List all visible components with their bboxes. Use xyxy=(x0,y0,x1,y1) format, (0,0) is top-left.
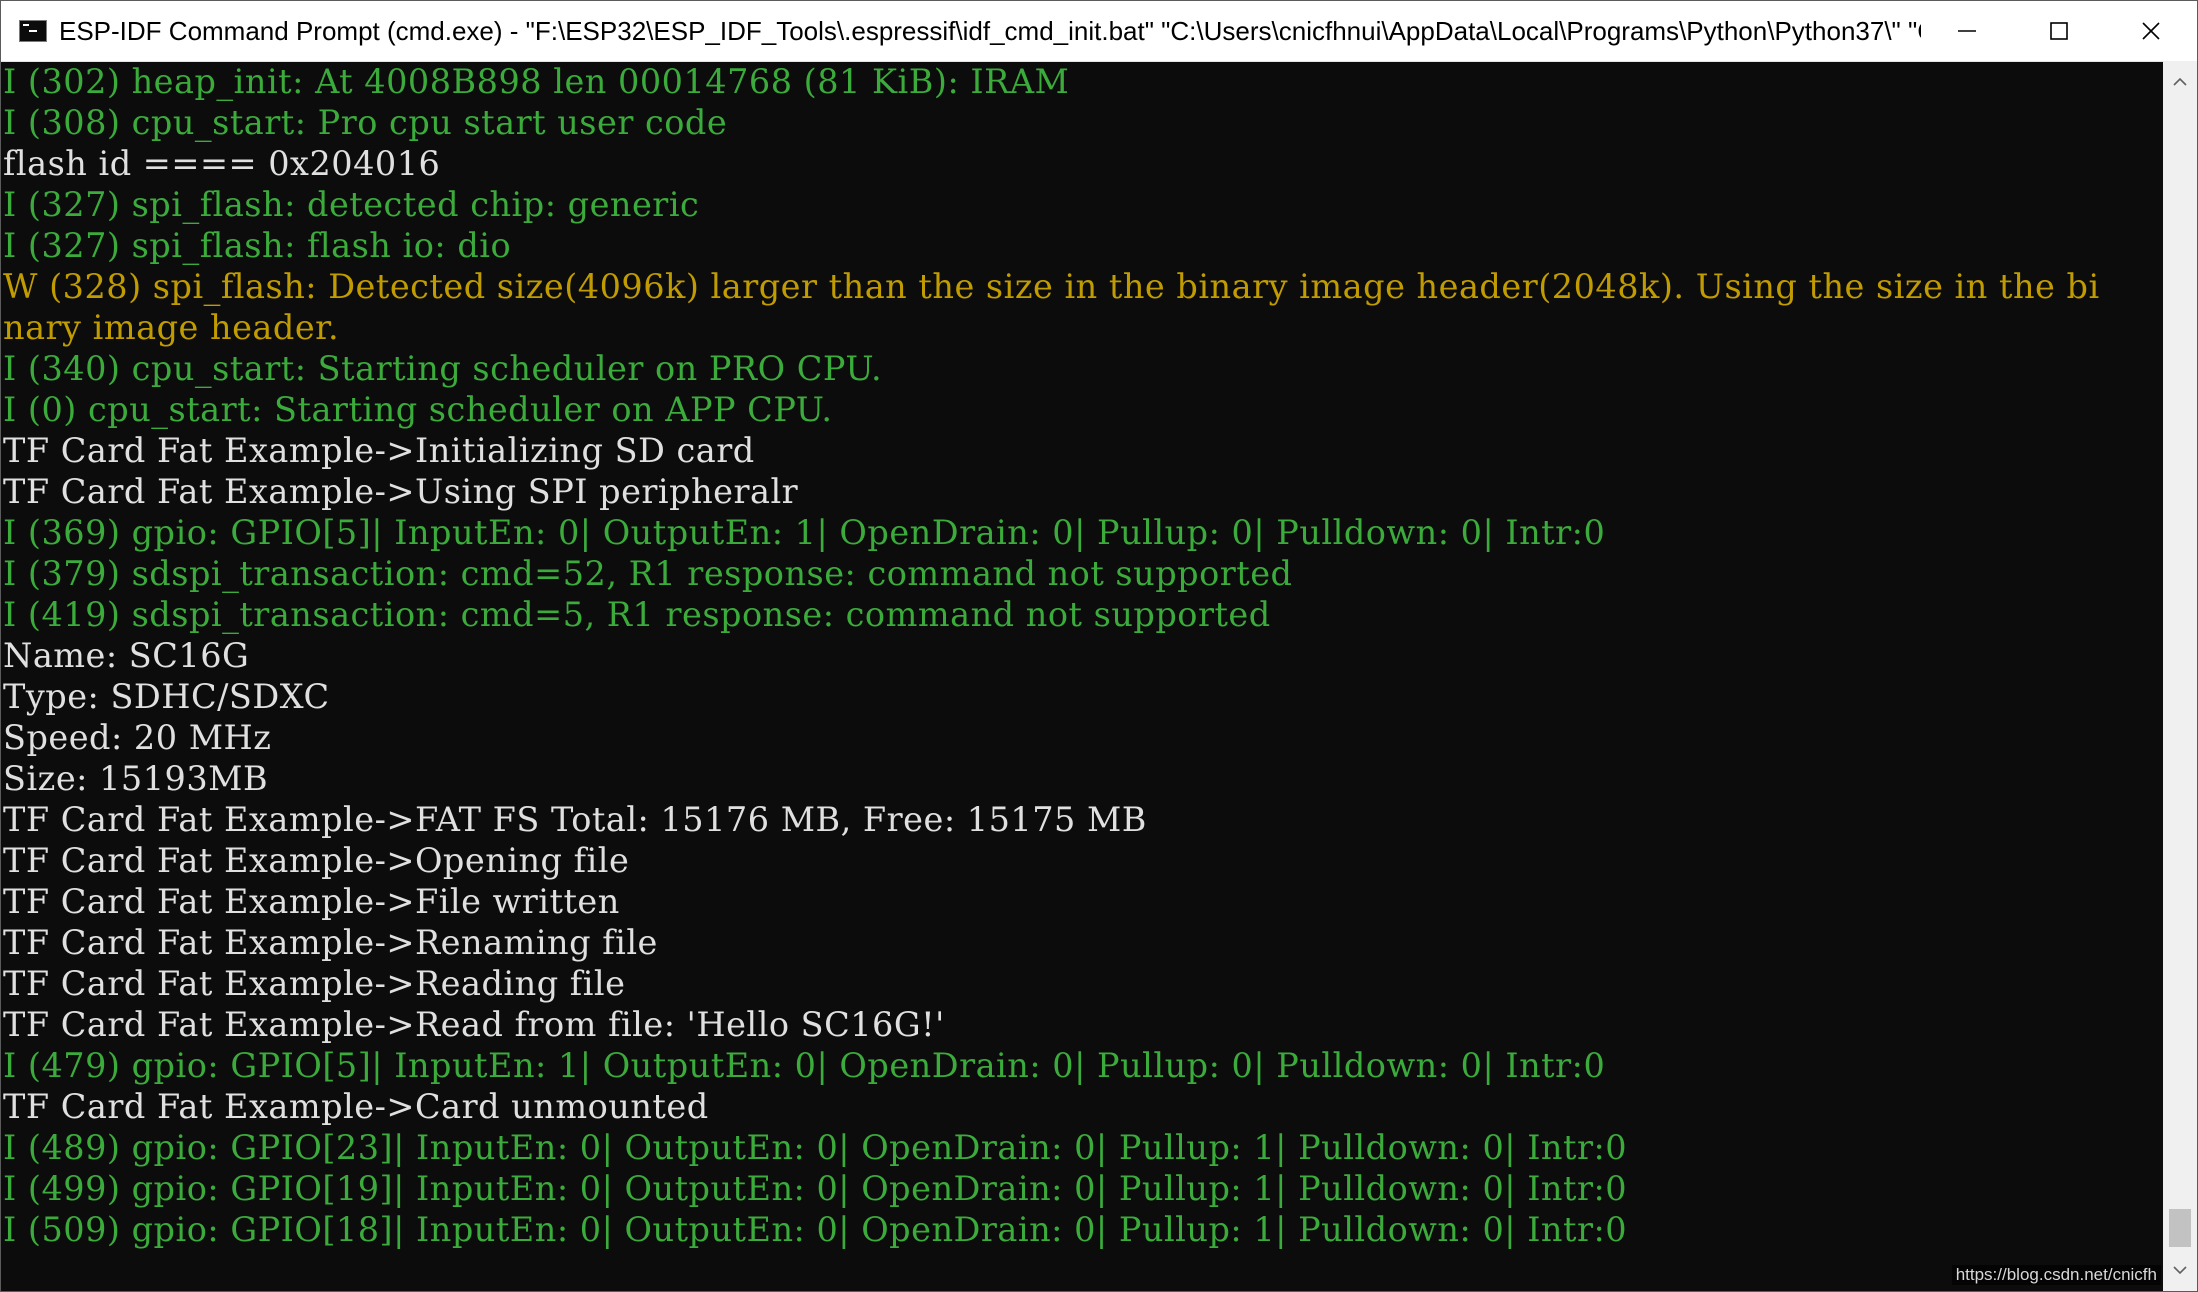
console-line: I (419) sdspi_transaction: cmd=5, R1 res… xyxy=(3,595,1271,634)
title-bar[interactable]: ESP-IDF Command Prompt (cmd.exe) - "F:\E… xyxy=(1,1,2197,62)
console-line: TF Card Fat Example->Using SPI periphera… xyxy=(3,472,799,511)
close-button[interactable] xyxy=(2105,1,2197,61)
console-line: I (479) gpio: GPIO[5]| InputEn: 1| Outpu… xyxy=(3,1046,1606,1085)
chevron-up-icon xyxy=(2173,77,2187,86)
scrollbar-thumb[interactable] xyxy=(2169,1209,2191,1247)
console-line: TF Card Fat Example->Renaming file xyxy=(3,923,658,962)
minimize-icon xyxy=(1958,30,1976,32)
console-line: nary image header. xyxy=(3,308,340,347)
terminal-window: ESP-IDF Command Prompt (cmd.exe) - "F:\E… xyxy=(0,0,2198,1292)
console-line: TF Card Fat Example->Reading file xyxy=(3,964,626,1003)
console-line: TF Card Fat Example->File written xyxy=(3,882,620,921)
console-line: I (308) cpu_start: Pro cpu start user co… xyxy=(3,103,728,142)
scroll-down-button[interactable] xyxy=(2163,1253,2197,1287)
console-line: Size: 15193MB xyxy=(3,759,269,798)
console-line: TF Card Fat Example->Read from file: 'He… xyxy=(3,1005,945,1044)
console-output[interactable]: I (302) heap_init: At 4008B898 len 00014… xyxy=(3,61,2161,1291)
console-line: Speed: 20 MHz xyxy=(3,718,272,757)
close-icon xyxy=(2142,22,2160,40)
console-line: I (302) heap_init: At 4008B898 len 00014… xyxy=(3,62,1070,101)
console-line: Name: SC16G xyxy=(3,636,250,675)
console-line: I (327) spi_flash: flash io: dio xyxy=(3,226,512,265)
console-line: I (340) cpu_start: Starting scheduler on… xyxy=(3,349,883,388)
console-line: I (379) sdspi_transaction: cmd=52, R1 re… xyxy=(3,554,1293,593)
command-prompt-icon xyxy=(19,20,47,42)
console-line: I (369) gpio: GPIO[5]| InputEn: 0| Outpu… xyxy=(3,513,1606,552)
vertical-scrollbar[interactable] xyxy=(2163,61,2197,1291)
console-line: I (0) cpu_start: Starting scheduler on A… xyxy=(3,390,833,429)
maximize-button[interactable] xyxy=(2013,1,2105,61)
console-line: I (327) spi_flash: detected chip: generi… xyxy=(3,185,700,224)
console-line: TF Card Fat Example->Card unmounted xyxy=(3,1087,709,1126)
window-controls xyxy=(1921,1,2197,61)
watermark: https://blog.csdn.net/cnicfh xyxy=(1951,1265,2161,1285)
scroll-up-button[interactable] xyxy=(2163,65,2197,99)
chevron-down-icon xyxy=(2173,1266,2187,1275)
console-line: flash id ==== 0x204016 xyxy=(3,144,441,183)
maximize-icon xyxy=(2050,22,2068,40)
console-line: W (328) spi_flash: Detected size(4096k) … xyxy=(3,267,2100,306)
console-line: I (489) gpio: GPIO[23]| InputEn: 0| Outp… xyxy=(3,1128,1628,1167)
console-line: I (509) gpio: GPIO[18]| InputEn: 0| Outp… xyxy=(3,1210,1628,1249)
console-line: I (499) gpio: GPIO[19]| InputEn: 0| Outp… xyxy=(3,1169,1628,1208)
console-line: Type: SDHC/SDXC xyxy=(3,677,330,716)
console-line: TF Card Fat Example->Opening file xyxy=(3,841,630,880)
minimize-button[interactable] xyxy=(1921,1,2013,61)
console-line: TF Card Fat Example->FAT FS Total: 15176… xyxy=(3,800,1147,839)
window-title: ESP-IDF Command Prompt (cmd.exe) - "F:\E… xyxy=(59,15,1921,46)
console-line: TF Card Fat Example->Initializing SD car… xyxy=(3,431,755,470)
